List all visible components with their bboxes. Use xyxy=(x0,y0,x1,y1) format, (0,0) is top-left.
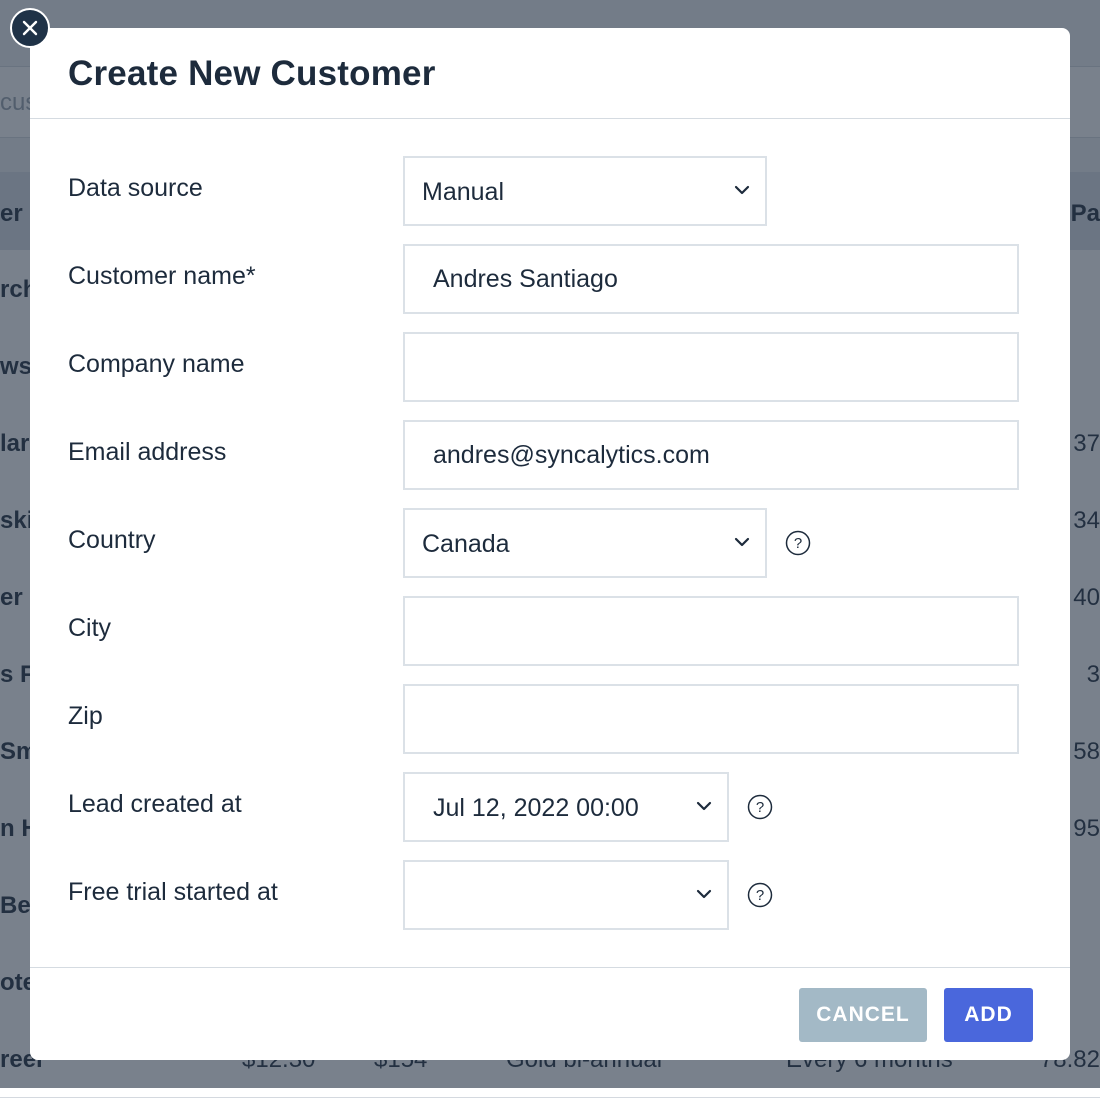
data-source-label: Data source xyxy=(68,174,203,202)
email-input[interactable] xyxy=(405,422,1017,488)
zip-field-wrapper xyxy=(403,684,1019,754)
close-icon xyxy=(22,20,38,36)
city-label: City xyxy=(68,614,112,642)
data-source-value: Manual xyxy=(422,178,504,206)
data-source-row: Data source Manual xyxy=(30,156,1070,226)
city-input[interactable] xyxy=(405,598,1017,664)
country-label: Country xyxy=(68,526,156,554)
zip-label: Zip xyxy=(68,702,103,730)
chevron-down-icon xyxy=(734,537,750,547)
free-trial-label: Free trial started at xyxy=(68,878,278,906)
free-trial-date-picker[interactable] xyxy=(403,860,729,930)
question-circle-icon[interactable]: ? xyxy=(747,794,773,820)
email-label: Email address xyxy=(68,438,227,466)
country-select[interactable]: Canada xyxy=(403,508,767,578)
question-circle-icon[interactable]: ? xyxy=(785,530,811,556)
cancel-button[interactable]: CANCEL xyxy=(799,988,927,1042)
chevron-down-icon xyxy=(734,185,750,195)
svg-text:?: ? xyxy=(756,799,764,816)
add-button[interactable]: ADD xyxy=(944,988,1033,1042)
close-button[interactable] xyxy=(10,8,50,48)
data-source-select[interactable]: Manual xyxy=(403,156,767,226)
lead-created-date-picker[interactable]: Jul 12, 2022 00:00 xyxy=(403,772,729,842)
modal-title: Create New Customer xyxy=(68,54,436,93)
modal-header: Create New Customer xyxy=(30,28,1070,119)
question-circle-icon[interactable]: ? xyxy=(747,882,773,908)
svg-text:?: ? xyxy=(756,887,764,904)
chevron-down-icon xyxy=(696,889,712,899)
zip-input[interactable] xyxy=(405,686,1017,752)
svg-text:?: ? xyxy=(794,535,802,552)
lead-created-row: Lead created at Jul 12, 2022 00:00 ? xyxy=(30,772,1070,842)
customer-name-label: Customer name* xyxy=(68,262,256,290)
customer-name-row: Customer name* xyxy=(30,244,1070,314)
chevron-down-icon xyxy=(696,801,712,811)
company-name-field-wrapper xyxy=(403,332,1019,402)
zip-row: Zip xyxy=(30,684,1070,754)
lead-created-label: Lead created at xyxy=(68,790,242,818)
country-value: Canada xyxy=(422,530,510,558)
company-name-label: Company name xyxy=(68,350,245,378)
email-field-wrapper xyxy=(403,420,1019,490)
free-trial-row: Free trial started at ? xyxy=(30,860,1070,930)
company-name-row: Company name xyxy=(30,332,1070,402)
lead-created-value: Jul 12, 2022 00:00 xyxy=(433,794,639,822)
modal-footer: CANCEL ADD xyxy=(30,967,1070,1060)
company-name-input[interactable] xyxy=(405,334,1017,400)
customer-name-field-wrapper xyxy=(403,244,1019,314)
city-field-wrapper xyxy=(403,596,1019,666)
customer-name-input[interactable] xyxy=(405,246,1017,312)
country-row: Country Canada ? xyxy=(30,508,1070,578)
email-row: Email address xyxy=(30,420,1070,490)
city-row: City xyxy=(30,596,1070,666)
create-customer-modal: Create New Customer Data source Manual C… xyxy=(30,28,1070,1060)
